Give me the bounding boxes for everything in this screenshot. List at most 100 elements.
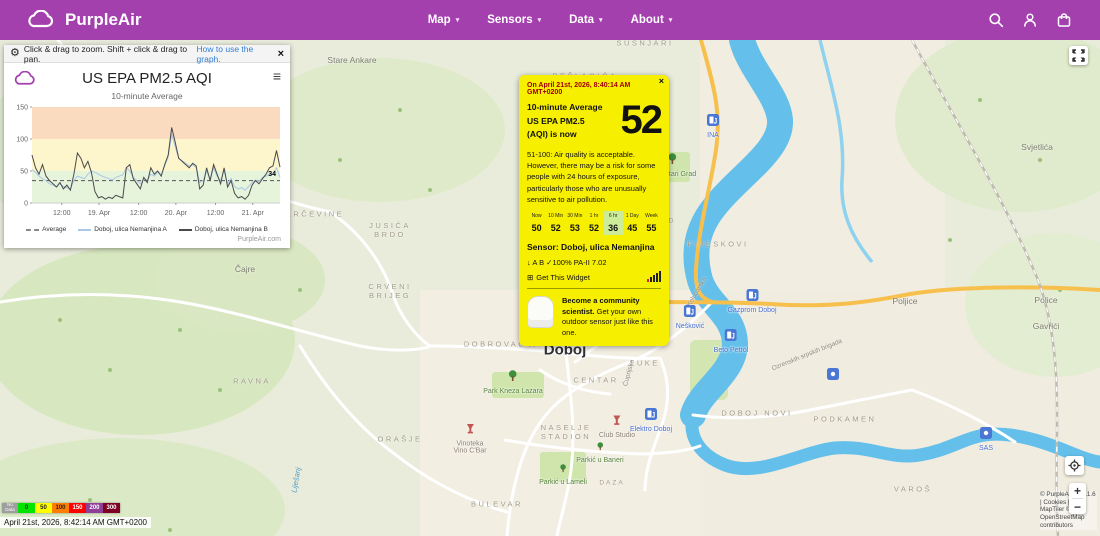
svg-text:12:00: 12:00 — [207, 210, 225, 217]
scale-no-data: No Data — [2, 503, 18, 513]
cloud-logo-icon — [26, 10, 56, 30]
aqi-chart[interactable]: 05010015012:0019. Apr12:0020. Apr12:0021… — [6, 103, 288, 225]
svg-text:12:00: 12:00 — [130, 210, 148, 217]
avg-value: 50 — [527, 221, 546, 235]
widget-now-lines: 10-minute Average US EPA PM2.5 (AQI) is … — [527, 101, 602, 142]
aqi-widget: × On April 21st, 2026, 8:40:14 AM GMT+02… — [519, 75, 669, 346]
avg-value: 55 — [642, 221, 661, 235]
now-line-2: US EPA PM2.5 — [527, 115, 602, 129]
purpleair-cloud-icon[interactable] — [13, 71, 37, 92]
svg-text:20. Apr: 20. Apr — [165, 210, 188, 217]
avg-column-header: 1 hr — [584, 211, 603, 221]
chevron-down-icon: ▾ — [456, 16, 460, 24]
gear-icon[interactable]: ⚙ — [10, 48, 20, 59]
aqi-averages-table: Now10 Min30 Min1 hr6 hr1 DayWeek50525352… — [527, 211, 661, 235]
menu-label: Map — [428, 14, 451, 26]
aqi-big-value: 52 — [621, 101, 662, 139]
legend-swatch — [179, 229, 192, 231]
get-widget-text: Get This Widget — [536, 273, 590, 282]
fullscreen-button[interactable] — [1069, 46, 1088, 65]
avg-column-header: 10 Min — [546, 211, 565, 221]
scale-segment: 300 — [103, 503, 120, 513]
locate-icon — [1068, 459, 1081, 472]
chevron-down-icon: ▾ — [599, 16, 603, 24]
scale-segment: 0 — [18, 503, 35, 513]
sensor-name: Sensor: Doboj, ulica Nemanjina — [527, 242, 661, 252]
svg-text:150: 150 — [16, 105, 28, 112]
widget-now-block: 10-minute Average US EPA PM2.5 (AQI) is … — [527, 101, 661, 142]
avg-column-header: 1 Day — [623, 211, 642, 221]
top-navbar: PurpleAir Map ▾ Sensors▾ Data ▾ About ▾ — [0, 0, 1100, 40]
account-icon[interactable] — [1022, 12, 1038, 28]
nav-icons — [988, 0, 1072, 40]
avg-column-header: Now — [527, 211, 546, 221]
cart-icon[interactable] — [1056, 12, 1072, 28]
zoom-control: + − — [1069, 483, 1086, 514]
menu-item-data[interactable]: Data ▾ — [569, 14, 602, 26]
svg-text:12:00: 12:00 — [53, 210, 71, 217]
map-canvas[interactable]: SUSNJARIStare AnkareBEŠLAGIĆASvjetlićaKR… — [0, 40, 1100, 536]
scale-segment: 50 — [35, 503, 52, 513]
chart-legend: Average Doboj, ulica Nemanjina A Doboj, ul… — [4, 226, 290, 233]
legend-item[interactable]: Average — [26, 226, 66, 233]
avg-column-header: Week — [642, 211, 661, 221]
svg-text:34: 34 — [268, 171, 276, 178]
chart-header: US EPA PM2.5 AQI 10-minute Average ≡ — [4, 63, 290, 101]
promo-text-block: Become a community scientist. Get your o… — [562, 296, 661, 338]
legend-label: Doboj, ulica Nemanjina A — [94, 226, 167, 233]
zoom-in-button[interactable]: + — [1069, 483, 1086, 498]
scale-segment: 200 — [86, 503, 103, 513]
widget-date: On April 21st, 2026, 8:40:14 AM GMT+0200 — [527, 82, 661, 96]
avg-value: 52 — [584, 221, 603, 235]
menu-item-sensors[interactable]: Sensors▾ — [487, 14, 541, 26]
legend-label: Doboj, ulica Nemanjina B — [195, 226, 268, 233]
purpleair-map-app: PurpleAir Map ▾ Sensors▾ Data ▾ About ▾ — [0, 0, 1100, 536]
menu-item-map[interactable]: Map ▾ — [428, 14, 460, 26]
chart-subtitle: 10-minute Average — [4, 91, 290, 101]
help-text: Click & drag to zoom. Shift + click & dr… — [24, 44, 193, 64]
legend-label: Average — [42, 226, 66, 233]
close-help-icon[interactable]: × — [278, 48, 284, 60]
brand-text: PurpleAir — [65, 10, 142, 30]
now-line-1: 10-minute Average — [527, 101, 602, 115]
svg-text:0: 0 — [24, 201, 28, 208]
get-widget-link[interactable]: ⊞ Get This Widget — [527, 271, 661, 282]
svg-text:50: 50 — [20, 169, 28, 176]
avg-column-header: 30 Min — [565, 211, 584, 221]
sensor-meta-text: A B ✓100% PA-II 7.02 — [532, 258, 606, 267]
avg-value: 45 — [623, 221, 642, 235]
graph-help-bar: ⚙ Click & drag to zoom. Shift + click & … — [4, 45, 290, 63]
legend-swatch — [78, 229, 91, 231]
purpleair-logo[interactable]: PurpleAir — [26, 0, 142, 40]
sensor-meta: ↓ A B ✓100% PA-II 7.02 — [527, 258, 661, 267]
legend-swatch — [26, 229, 39, 231]
chart-watermark: PurpleAir.com — [4, 233, 290, 248]
scale-segment: 100 — [52, 503, 69, 513]
zoom-out-button[interactable]: − — [1069, 499, 1086, 514]
map-timestamp: April 21st, 2026, 8:42:14 AM GMT+0200 — [0, 517, 151, 528]
legend-item[interactable]: Doboj, ulica Nemanjina B — [179, 226, 268, 233]
fullscreen-icon — [1072, 49, 1085, 62]
locate-button[interactable] — [1065, 456, 1084, 475]
menu-label: Sensors — [487, 14, 532, 26]
search-icon[interactable] — [988, 12, 1004, 28]
chevron-down-icon: ▾ — [669, 16, 673, 24]
download-arrow-icon[interactable]: ↓ — [527, 258, 531, 267]
legend-item[interactable]: Doboj, ulica Nemanjina A — [78, 226, 167, 233]
avg-value: 53 — [565, 221, 584, 235]
menu-label: Data — [569, 14, 594, 26]
menu-label: About — [631, 14, 664, 26]
chart-menu-icon[interactable]: ≡ — [273, 69, 281, 83]
menu-item-about[interactable]: About ▾ — [631, 14, 673, 26]
aqi-description: 51-100: Air quality is acceptable. Howev… — [527, 149, 661, 205]
aqi-color-scale: No Data050100150200300 — [2, 503, 120, 513]
avg-value: 36 — [604, 221, 623, 235]
scale-segment: 150 — [69, 503, 86, 513]
svg-text:21. Apr: 21. Apr — [242, 210, 265, 217]
main-menu: Map ▾ Sensors▾ Data ▾ About ▾ — [428, 0, 673, 40]
community-scientist-promo[interactable]: Become a community scientist. Get your o… — [527, 288, 661, 338]
how-to-use-link[interactable]: How to use the graph. — [197, 44, 274, 64]
widget-close-icon[interactable]: × — [659, 76, 664, 86]
graph-panel: ⚙ Click & drag to zoom. Shift + click & … — [4, 45, 290, 248]
now-line-3: (AQI) is now — [527, 128, 602, 142]
